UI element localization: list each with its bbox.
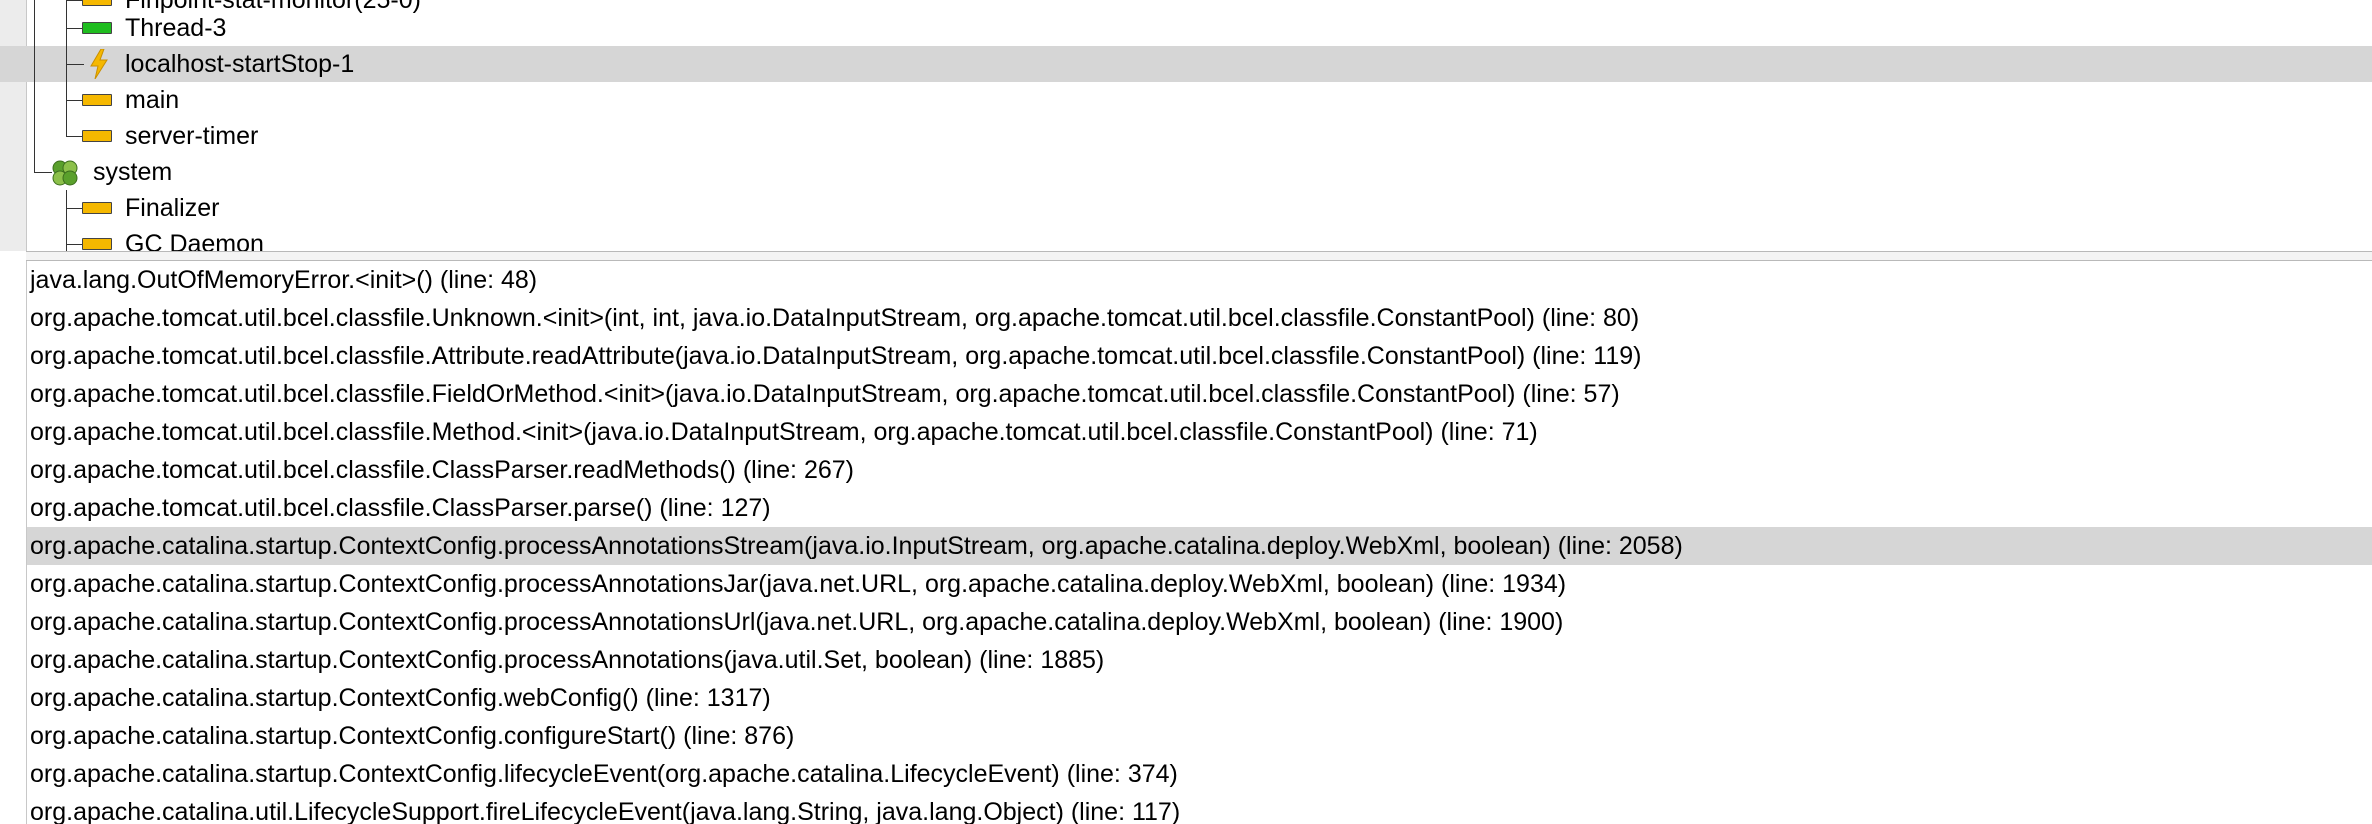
- stack-trace-list[interactable]: java.lang.OutOfMemoryError.<init>() (lin…: [26, 261, 2372, 824]
- stack-frame[interactable]: org.apache.tomcat.util.bcel.classfile.Cl…: [27, 489, 2372, 527]
- thread-yellow-icon: [82, 202, 112, 214]
- tree-node-main[interactable]: main: [0, 82, 2372, 118]
- tree-node-thread-3[interactable]: Thread-3: [0, 10, 2372, 46]
- stack-frame[interactable]: org.apache.catalina.startup.ContextConfi…: [27, 755, 2372, 793]
- stack-frame[interactable]: org.apache.catalina.startup.ContextConfi…: [27, 603, 2372, 641]
- thread-yellow-icon: [82, 0, 112, 6]
- stack-frame[interactable]: org.apache.tomcat.util.bcel.classfile.Fi…: [27, 375, 2372, 413]
- tree-connector: [66, 208, 82, 209]
- thread-green-icon: [82, 22, 112, 34]
- tree-node-label: localhost-startStop-1: [125, 50, 355, 78]
- tree-connector: [66, 244, 82, 245]
- tree-connector: [34, 172, 52, 173]
- tree-node-label: server-timer: [125, 122, 259, 150]
- tree-node-server-timer[interactable]: server-timer: [0, 118, 2372, 154]
- tree-connector: [66, 28, 82, 29]
- tree-connector: [66, 136, 82, 137]
- thread-yellow-icon: [82, 238, 112, 250]
- tree-connector: [34, 46, 35, 82]
- tree-node-label: Finalizer: [125, 194, 220, 222]
- split-pane-divider[interactable]: [26, 251, 2372, 261]
- stack-frame[interactable]: org.apache.catalina.startup.ContextConfi…: [27, 565, 2372, 603]
- thread-group-icon: [52, 160, 78, 186]
- tree-node-gc-daemon[interactable]: GC Daemon: [0, 226, 2372, 251]
- tree-node-system[interactable]: system: [0, 154, 2372, 190]
- tree-node-label: Thread-3: [125, 14, 227, 42]
- stack-frame[interactable]: org.apache.catalina.startup.ContextConfi…: [27, 717, 2372, 755]
- stack-frame[interactable]: org.apache.catalina.startup.ContextConfi…: [27, 641, 2372, 679]
- stack-frame[interactable]: java.lang.OutOfMemoryError.<init>() (lin…: [27, 261, 2372, 299]
- tree-node-label: GC Daemon: [125, 230, 264, 251]
- stack-frame-selected[interactable]: org.apache.catalina.startup.ContextConfi…: [27, 527, 2372, 565]
- thread-yellow-icon: [82, 130, 112, 142]
- tree-node-localhost-startstop-1[interactable]: localhost-startStop-1: [0, 46, 2372, 82]
- stack-frame[interactable]: org.apache.catalina.util.LifecycleSuppor…: [27, 793, 2372, 824]
- stack-frame[interactable]: org.apache.tomcat.util.bcel.classfile.Un…: [27, 299, 2372, 337]
- stack-frame[interactable]: org.apache.tomcat.util.bcel.classfile.Cl…: [27, 451, 2372, 489]
- tree-connector: [66, 64, 84, 65]
- stack-frame[interactable]: org.apache.tomcat.util.bcel.classfile.Me…: [27, 413, 2372, 451]
- tree-node-label: main: [125, 86, 180, 114]
- stack-frame[interactable]: org.apache.tomcat.util.bcel.classfile.At…: [27, 337, 2372, 375]
- tree-connector: [66, 100, 82, 101]
- tree-node-finalizer[interactable]: Finalizer: [0, 190, 2372, 226]
- thread-yellow-icon: [82, 94, 112, 106]
- stack-frame[interactable]: org.apache.catalina.startup.ContextConfi…: [27, 679, 2372, 717]
- thread-tree[interactable]: Finpoint-stat-monitor(25-0) Thread-3 loc…: [0, 0, 2372, 251]
- lightning-icon: [90, 49, 108, 79]
- tree-connector: [66, 0, 82, 1]
- tree-node-label: system: [93, 158, 173, 186]
